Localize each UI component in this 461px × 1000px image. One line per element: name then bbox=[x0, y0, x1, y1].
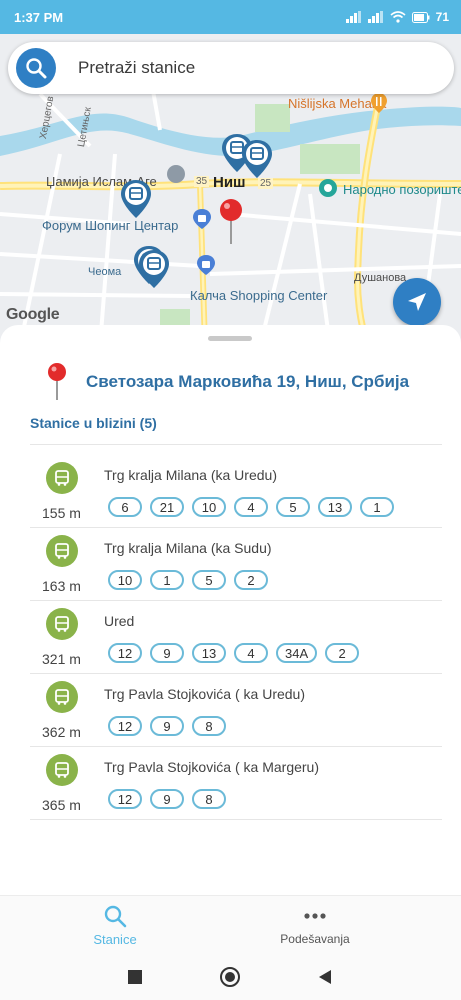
bus-line-chip[interactable]: 1 bbox=[360, 497, 394, 517]
square-icon bbox=[128, 970, 142, 984]
bottom-tab-bar: Stanice Podešavanja bbox=[0, 895, 461, 953]
red-map-pin-icon bbox=[48, 363, 66, 400]
bus-line-chip[interactable]: 9 bbox=[150, 789, 184, 809]
nearby-stations-title: Stanice u blizini (5) bbox=[30, 415, 157, 431]
bus-line-chip[interactable]: 4 bbox=[234, 643, 268, 663]
bus-stop-marker[interactable] bbox=[119, 178, 153, 220]
bus-icon bbox=[46, 681, 78, 713]
bus-line-chip[interactable]: 10 bbox=[108, 570, 142, 590]
search-icon bbox=[104, 905, 127, 927]
station-lines: 12 9 13 4 34A 2 bbox=[108, 643, 360, 663]
tab-stations-label: Stanice bbox=[93, 931, 137, 947]
search-icon bbox=[26, 58, 47, 79]
bus-icon bbox=[46, 754, 78, 786]
station-lines: 12 9 8 bbox=[108, 716, 226, 736]
bus-line-chip[interactable]: 9 bbox=[150, 643, 184, 663]
station-lines: 6 21 10 4 5 13 1 bbox=[108, 497, 394, 517]
mosque-poi-icon bbox=[167, 165, 185, 183]
map-label-forum: Форум Шопинг Центар bbox=[42, 218, 179, 233]
bus-line-chip[interactable]: 12 bbox=[108, 789, 142, 809]
restaurant-poi-icon bbox=[371, 93, 387, 113]
status-icons: 71 bbox=[345, 10, 449, 24]
station-name: Trg kralja Milana (ka Uredu) bbox=[104, 467, 277, 483]
circle-icon bbox=[220, 967, 240, 987]
status-time: 1:37 PM bbox=[14, 9, 64, 25]
bus-line-chip[interactable]: 5 bbox=[276, 497, 310, 517]
tab-settings-label: Podešavanja bbox=[280, 932, 350, 946]
station-name: Trg Pavla Stojkovića ( ka Margeru) bbox=[104, 759, 319, 775]
battery-percent: 71 bbox=[435, 10, 449, 24]
map-label-ceoma: Чеома bbox=[88, 266, 122, 278]
station-distance: 362 m bbox=[42, 724, 81, 740]
more-dots-icon bbox=[304, 913, 326, 919]
bus-line-chip[interactable]: 1 bbox=[150, 570, 184, 590]
search-bar[interactable]: Pretraži stanice bbox=[8, 42, 454, 94]
bus-line-chip[interactable]: 6 bbox=[108, 497, 142, 517]
station-row[interactable]: 321 m Ured 12 9 13 4 34A 2 bbox=[0, 601, 461, 674]
station-name: Trg kralja Milana (ka Sudu) bbox=[104, 540, 272, 556]
search-input[interactable]: Pretraži stanice bbox=[78, 58, 195, 78]
wifi-icon bbox=[390, 11, 406, 23]
recents-button[interactable] bbox=[123, 965, 147, 989]
bus-line-chip[interactable]: 13 bbox=[318, 497, 352, 517]
battery-icon bbox=[411, 11, 430, 23]
map-label-kalca: Калча Shopping Center bbox=[190, 288, 328, 303]
divider bbox=[30, 819, 442, 820]
system-navigation-bar bbox=[0, 953, 461, 1000]
station-name: Ured bbox=[104, 613, 135, 629]
bus-line-chip[interactable]: 8 bbox=[192, 716, 226, 736]
bus-line-chip[interactable]: 8 bbox=[192, 789, 226, 809]
station-row[interactable]: 365 m Trg Pavla Stojkovića ( ka Margeru) 1… bbox=[0, 747, 461, 820]
search-button[interactable] bbox=[16, 48, 56, 88]
signal-icon bbox=[345, 11, 361, 23]
theatre-poi-icon bbox=[319, 179, 337, 197]
bus-line-chip[interactable]: 4 bbox=[234, 497, 268, 517]
station-lines: 12 9 8 bbox=[108, 789, 226, 809]
bus-line-chip[interactable]: 12 bbox=[108, 716, 142, 736]
my-location-button[interactable] bbox=[393, 278, 441, 326]
bus-line-chip[interactable]: 34A bbox=[276, 643, 318, 663]
status-bar: 1:37 PM 71 bbox=[0, 0, 461, 34]
map-label-theatre: Народно позориште bbox=[343, 182, 461, 197]
bus-line-chip[interactable]: 12 bbox=[108, 643, 142, 663]
sheet-drag-handle[interactable] bbox=[208, 336, 252, 341]
map-label-dusanova: Душанова bbox=[354, 272, 407, 284]
bus-line-chip[interactable]: 2 bbox=[234, 570, 268, 590]
bus-icon bbox=[46, 535, 78, 567]
navigation-arrow-icon bbox=[408, 293, 426, 311]
google-logo: Google bbox=[6, 306, 60, 323]
station-row[interactable]: 155 m Trg kralja Milana (ka Uredu) 6 21 10 4 5… bbox=[0, 455, 461, 528]
bus-stop-marker[interactable] bbox=[137, 248, 171, 290]
shopping-poi-icon bbox=[193, 209, 211, 229]
bus-line-chip[interactable]: 2 bbox=[325, 643, 360, 663]
bus-icon bbox=[46, 608, 78, 640]
bus-line-chip[interactable]: 13 bbox=[192, 643, 226, 663]
station-distance: 321 m bbox=[42, 651, 81, 667]
station-lines: 10 1 5 2 bbox=[108, 570, 268, 590]
home-button[interactable] bbox=[218, 965, 242, 989]
divider bbox=[30, 444, 442, 445]
station-row[interactable]: 163 m Trg kralja Milana (ka Sudu) 10 1 5 2 bbox=[0, 528, 461, 601]
bus-stop-marker[interactable] bbox=[240, 138, 274, 180]
bus-line-chip[interactable]: 9 bbox=[150, 716, 184, 736]
map-label-road-35: 35 bbox=[194, 176, 210, 187]
station-distance: 155 m bbox=[42, 505, 81, 521]
back-triangle-icon bbox=[319, 970, 331, 984]
bus-line-chip[interactable]: 10 bbox=[192, 497, 226, 517]
tab-stations[interactable]: Stanice bbox=[0, 896, 230, 954]
bus-line-chip[interactable]: 21 bbox=[150, 497, 184, 517]
signal-icon-2 bbox=[367, 11, 383, 23]
station-row[interactable]: 362 m Trg Pavla Stojkovića ( ka Uredu) 12 9… bbox=[0, 674, 461, 747]
current-location-pin-icon bbox=[220, 199, 242, 244]
back-button[interactable] bbox=[313, 965, 337, 989]
bus-icon bbox=[46, 462, 78, 494]
bus-line-chip[interactable]: 5 bbox=[192, 570, 226, 590]
tab-settings[interactable]: Podešavanja bbox=[200, 896, 430, 954]
station-name: Trg Pavla Stojkovića ( ka Uredu) bbox=[104, 686, 305, 702]
shopping-poi-icon-2 bbox=[197, 255, 215, 275]
address-text: Светозара Марковића 19, Ниш, Србија bbox=[86, 372, 410, 391]
address-row: Светозара Марковића 19, Ниш, Србија bbox=[46, 362, 409, 402]
station-distance: 163 m bbox=[42, 578, 81, 594]
station-distance: 365 m bbox=[42, 797, 81, 813]
